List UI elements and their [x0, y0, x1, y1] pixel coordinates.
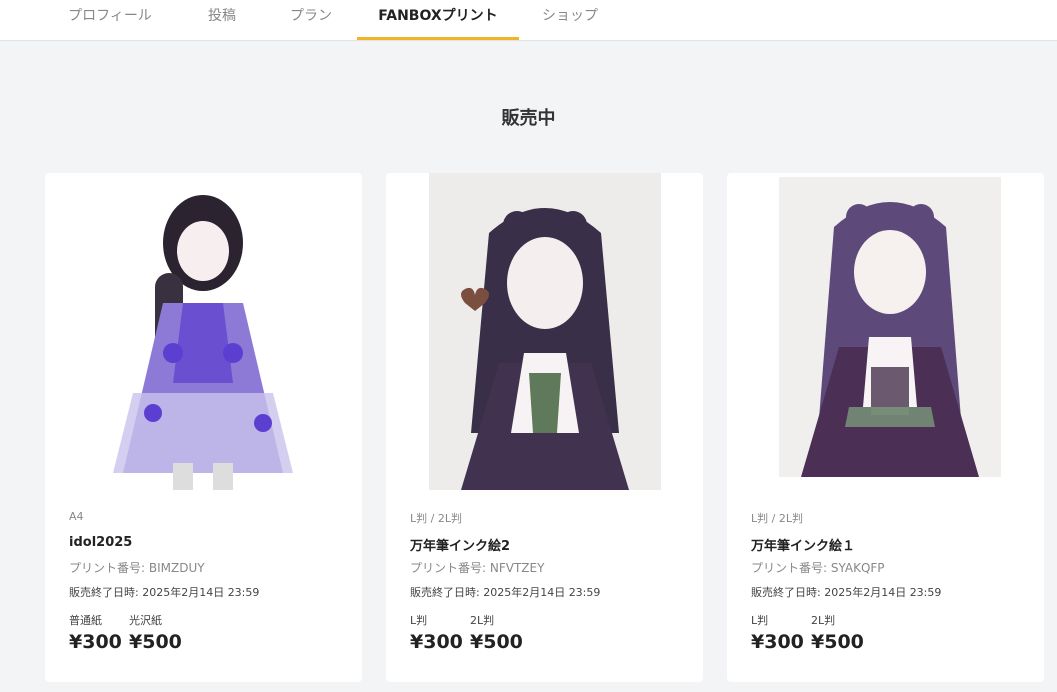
print-number: プリント番号: NFVTZEY	[410, 561, 545, 575]
artwork-image	[429, 173, 661, 490]
print-size-label: L判 / 2L判	[751, 512, 803, 525]
option-price: ¥300	[410, 631, 463, 653]
option-label: 2L判	[811, 614, 836, 627]
product-image[interactable]	[93, 173, 315, 490]
sale-end-date: 販売終了日時: 2025年2月14日 23:59	[69, 586, 260, 599]
tab-posts[interactable]: 投稿	[190, 0, 254, 40]
product-card[interactable]: L判 / 2L判 万年筆インク絵2 プリント番号: NFVTZEY 販売終了日時…	[386, 173, 703, 682]
option-label: L判	[410, 614, 428, 627]
product-card[interactable]: A4 idol2025 プリント番号: BIMZDUY 販売終了日時: 2025…	[45, 173, 362, 682]
product-image[interactable]	[779, 177, 1001, 477]
option-label: 2L判	[470, 614, 495, 627]
option-price: ¥300	[69, 631, 122, 653]
print-number: プリント番号: BIMZDUY	[69, 561, 205, 575]
tab-fanbox-print[interactable]: FANBOXプリント	[357, 0, 519, 40]
product-title[interactable]: idol2025	[69, 535, 346, 550]
sale-end-date: 販売終了日時: 2025年2月14日 23:59	[410, 586, 601, 599]
sale-end-date: 販売終了日時: 2025年2月14日 23:59	[751, 586, 942, 599]
section-title: 販売中	[501, 108, 556, 129]
option-price: ¥500	[811, 631, 864, 653]
tab-shop[interactable]: ショップ	[528, 0, 612, 40]
print-number: プリント番号: SYAKQFP	[751, 561, 885, 575]
option-label: 光沢紙	[129, 614, 162, 627]
artwork-image	[779, 177, 1001, 477]
product-image[interactable]	[429, 173, 661, 490]
product-card[interactable]: L判 / 2L判 万年筆インク絵１ プリント番号: SYAKQFP 販売終了日時…	[727, 173, 1044, 682]
option-label: 普通紙	[69, 614, 102, 627]
option-price: ¥500	[470, 631, 523, 653]
tab-plans[interactable]: プラン	[268, 0, 354, 40]
option-label: L判	[751, 614, 769, 627]
product-title[interactable]: 万年筆インク絵2	[410, 535, 687, 554]
print-size-label: L判 / 2L判	[410, 512, 462, 525]
option-price: ¥300	[751, 631, 804, 653]
product-title[interactable]: 万年筆インク絵１	[751, 535, 1028, 554]
option-price: ¥500	[129, 631, 182, 653]
print-size-label: A4	[69, 510, 84, 523]
artwork-image	[93, 173, 315, 490]
profile-tab-bar: プロフィール 投稿 プラン FANBOXプリント ショップ	[0, 0, 1057, 41]
tab-profile[interactable]: プロフィール	[52, 0, 168, 40]
